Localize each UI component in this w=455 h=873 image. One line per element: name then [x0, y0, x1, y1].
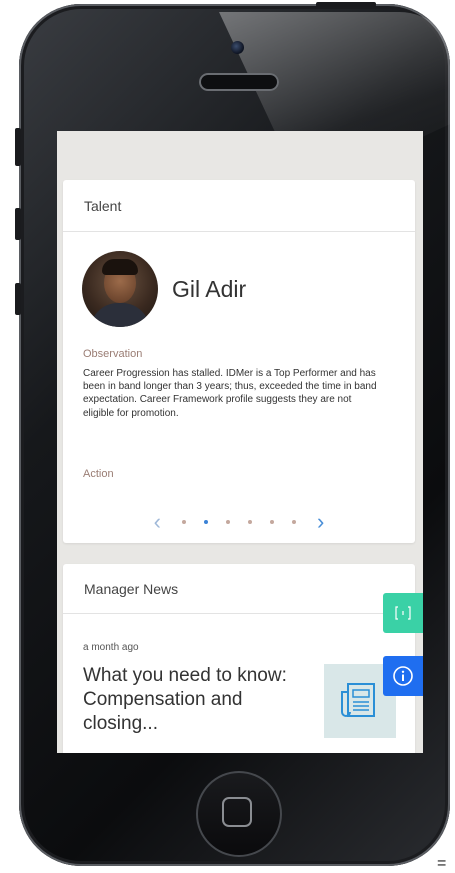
info-button[interactable]: [383, 656, 423, 696]
pager-dot[interactable]: [270, 520, 274, 524]
info-icon: [393, 666, 413, 686]
feedback-icon: [395, 606, 411, 620]
profile-row[interactable]: Gil Adir: [82, 251, 246, 327]
pager-dot[interactable]: [292, 520, 296, 524]
talent-card: Talent Gil Adir Observation Career Progr…: [63, 180, 415, 543]
volume-up-button: [15, 208, 21, 240]
pager-dot[interactable]: [204, 520, 208, 524]
avatar-shirt: [90, 303, 150, 327]
power-button: [316, 2, 376, 7]
pager-dot[interactable]: [226, 520, 230, 524]
chevron-left-icon[interactable]: ‹: [154, 511, 161, 533]
pager-dots: [173, 520, 305, 524]
volume-down-button: [15, 283, 21, 315]
home-button[interactable]: [196, 771, 282, 857]
person-name: Gil Adir: [172, 275, 247, 302]
observation-label: Observation: [83, 348, 143, 360]
action-label: Action: [83, 468, 114, 480]
news-headline[interactable]: What you need to know: Compensation and …: [83, 664, 313, 736]
talent-card-title: Talent: [63, 180, 415, 232]
earpiece-speaker: [199, 73, 279, 91]
chevron-right-icon[interactable]: ›: [317, 511, 324, 533]
pager-dot[interactable]: [248, 520, 252, 524]
carousel-pager: ‹ ›: [63, 510, 415, 534]
manager-news-card: Manager News a month ago What you need t…: [63, 564, 415, 753]
home-square-icon: [222, 797, 252, 827]
phone-screen: Talent Gil Adir Observation Career Progr…: [57, 131, 423, 753]
feedback-button[interactable]: [383, 593, 423, 633]
manager-news-title: Manager News: [63, 564, 415, 614]
observation-text: Career Progression has stalled. IDMer is…: [83, 368, 377, 419]
front-camera: [231, 41, 244, 54]
avatar: [82, 251, 158, 327]
avatar-hair: [102, 259, 138, 275]
corner-mark: =: [437, 855, 447, 872]
mute-switch: [15, 128, 21, 166]
news-timestamp: a month ago: [83, 642, 139, 653]
pager-dot[interactable]: [182, 520, 186, 524]
